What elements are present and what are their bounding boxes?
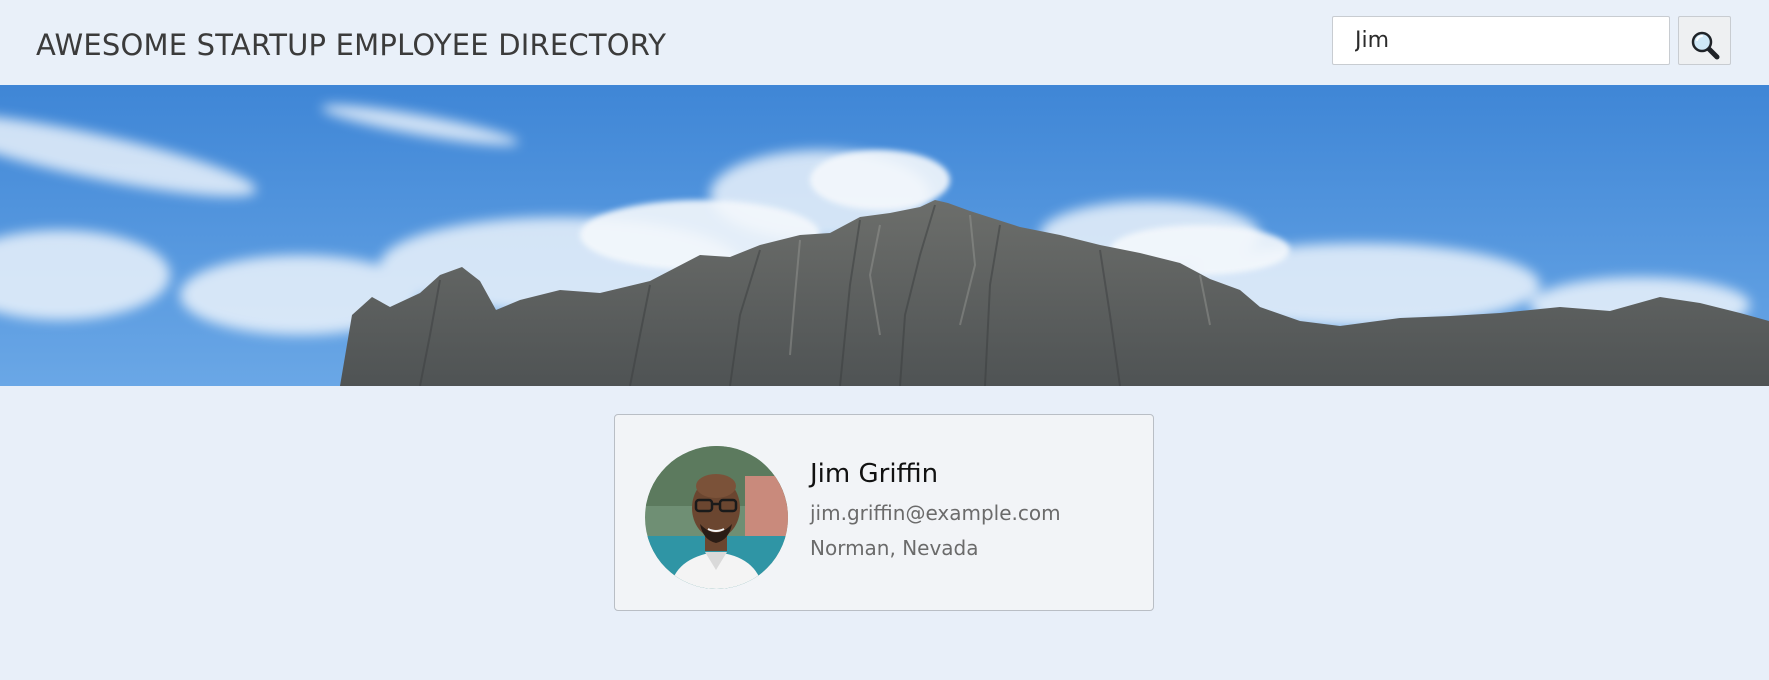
avatar-photo bbox=[645, 446, 788, 589]
magnifier-icon bbox=[1691, 31, 1719, 60]
mountain-banner bbox=[0, 85, 1769, 386]
employee-name: Jim Griffin bbox=[810, 459, 939, 489]
search-button[interactable] bbox=[1678, 16, 1731, 65]
employee-email: jim.griffin@example.com bbox=[810, 501, 1061, 525]
employee-card[interactable]: Jim Griffin jim.griffin@example.com Norm… bbox=[614, 414, 1154, 611]
page-title: AWESOME STARTUP EMPLOYEE DIRECTORY bbox=[36, 28, 667, 62]
avatar bbox=[645, 446, 788, 589]
employee-info: Jim Griffin jim.griffin@example.com Norm… bbox=[810, 459, 1061, 560]
page-header: AWESOME STARTUP EMPLOYEE DIRECTORY bbox=[0, 0, 1769, 85]
search-input[interactable] bbox=[1332, 16, 1670, 65]
employee-location: Norman, Nevada bbox=[810, 536, 979, 560]
